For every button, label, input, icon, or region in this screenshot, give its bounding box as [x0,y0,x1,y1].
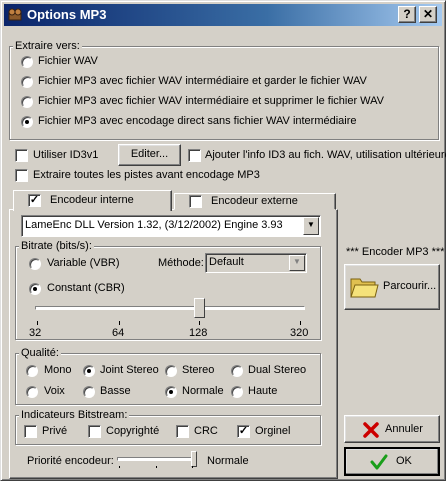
tab-external-encoder[interactable]: Encodeur externe [174,193,336,210]
add-id3-to-wav-label[interactable]: Ajouter l'info ID3 au fich. WAV, utilisa… [205,149,446,161]
extract-mp3-delete-radio[interactable] [21,96,33,108]
ok-button[interactable]: OK [344,447,440,476]
mono-label[interactable]: Mono [44,364,72,376]
cbr-radio[interactable] [29,283,41,295]
private-label[interactable]: Privé [42,425,67,437]
extract-to-legend: Extraire vers: [13,39,82,53]
extract-all-label[interactable]: Extraire toutes les pistes avant encodag… [33,169,260,181]
browse-button[interactable]: Parcourir... [344,264,440,310]
priority-label: Priorité encodeur: [27,455,114,467]
dual-stereo-radio[interactable] [231,365,243,377]
priority-value: Normale [207,455,249,467]
external-encoder-checkbox[interactable] [189,195,202,208]
cancel-x-icon [363,422,379,438]
edit-id3-button[interactable]: Editer... [118,144,181,166]
tick-label-128: 128 [189,327,208,339]
options-mp3-dialog: Options MP3 ? ✕ Extraire vers: Fichier W… [0,0,446,481]
extract-mp3-delete-label[interactable]: Fichier MP3 avec fichier WAV intermédiai… [38,95,384,107]
slider-tick [192,466,193,468]
low-label[interactable]: Basse [100,385,131,397]
window-title: Options MP3 [27,7,107,22]
browse-button-label: Parcourir... [383,280,437,292]
use-id3v1-label[interactable]: Utiliser ID3v1 [33,149,98,161]
tab-internal-encoder-label: Encodeur interne [50,194,134,206]
tick-label-64: 64 [112,327,125,339]
encoder-mp3-title: *** Encoder MP3 *** [346,246,445,258]
original-label[interactable]: Orginel [255,425,290,437]
internal-encoder-checkbox[interactable]: ✓ [28,194,41,207]
extract-mp3-keep-label[interactable]: Fichier MP3 avec fichier WAV intermédiai… [38,75,367,87]
slider-tick [199,321,200,325]
original-checkbox[interactable]: ✓ [237,425,250,438]
extract-wav-label[interactable]: Fichier WAV [38,55,98,67]
mono-radio[interactable] [26,365,38,377]
tick-label-32: 32 [29,327,42,339]
encoder-select[interactable]: LameEnc DLL Version 1.32, (3/12/2002) En… [21,215,321,237]
method-select[interactable]: Default ▼ [205,253,307,273]
copyright-label[interactable]: Copyrighté [106,425,159,437]
cancel-button[interactable]: Annuler [344,415,440,443]
voice-label[interactable]: Voix [44,385,65,397]
app-icon [8,8,22,21]
normal-label[interactable]: Normale [182,385,224,397]
cancel-button-label: Annuler [385,423,423,435]
slider-tick [119,466,120,468]
bitrate-slider-track[interactable] [35,306,305,310]
chevron-down-icon[interactable]: ▼ [289,255,305,271]
extract-mp3-keep-radio[interactable] [21,76,33,88]
slider-tick [37,321,38,325]
priority-slider-track[interactable] [117,457,195,461]
priority-slider-thumb[interactable] [191,451,197,467]
tab-internal-encoder[interactable]: ✓ Encodeur interne [13,190,172,211]
vbr-label[interactable]: Variable (VBR) [47,257,120,269]
bitrate-legend: Bitrate (bits/s): [19,239,94,253]
encoder-select-value: LameEnc DLL Version 1.32, (3/12/2002) En… [25,219,283,231]
joint-stereo-label[interactable]: Joint Stereo [100,364,159,376]
stereo-radio[interactable] [165,365,177,377]
folder-icon [350,278,379,298]
help-button[interactable]: ? [398,6,416,23]
joint-stereo-radio[interactable] [83,365,95,377]
high-label[interactable]: Haute [248,385,277,397]
normal-radio[interactable] [165,386,177,398]
extract-all-checkbox[interactable] [15,169,28,182]
quality-legend: Qualité: [19,346,61,360]
extract-wav-radio[interactable] [21,56,33,68]
low-radio[interactable] [83,386,95,398]
cbr-label[interactable]: Constant (CBR) [47,282,125,294]
title-bar[interactable]: Options MP3 ? ✕ [4,4,442,26]
method-select-value: Default [209,256,244,268]
bitrate-slider-thumb[interactable] [194,298,205,318]
high-radio[interactable] [231,386,243,398]
vbr-radio[interactable] [29,258,41,270]
extract-mp3-direct-radio[interactable] [21,116,33,128]
voice-radio[interactable] [26,386,38,398]
chevron-down-icon[interactable]: ▼ [303,217,319,235]
use-id3v1-checkbox[interactable] [15,149,28,162]
checkmark-icon [370,454,388,470]
tick-label-320: 320 [290,327,309,339]
private-checkbox[interactable] [24,425,37,438]
dual-stereo-label[interactable]: Dual Stereo [248,364,306,376]
slider-tick [119,321,120,325]
slider-tick [300,321,301,325]
ok-button-label: OK [396,455,412,467]
bitstream-legend: Indicateurs Bitstream: [19,408,130,422]
close-button[interactable]: ✕ [419,6,437,23]
add-id3-to-wav-checkbox[interactable] [188,149,201,162]
stereo-label[interactable]: Stereo [182,364,214,376]
slider-tick [156,466,157,468]
crc-label[interactable]: CRC [194,425,218,437]
method-label: Méthode: [158,257,204,269]
tab-external-encoder-label: Encodeur externe [211,195,298,207]
copyright-checkbox[interactable] [88,425,101,438]
extract-mp3-direct-label[interactable]: Fichier MP3 avec encodage direct sans fi… [38,115,357,127]
crc-checkbox[interactable] [176,425,189,438]
